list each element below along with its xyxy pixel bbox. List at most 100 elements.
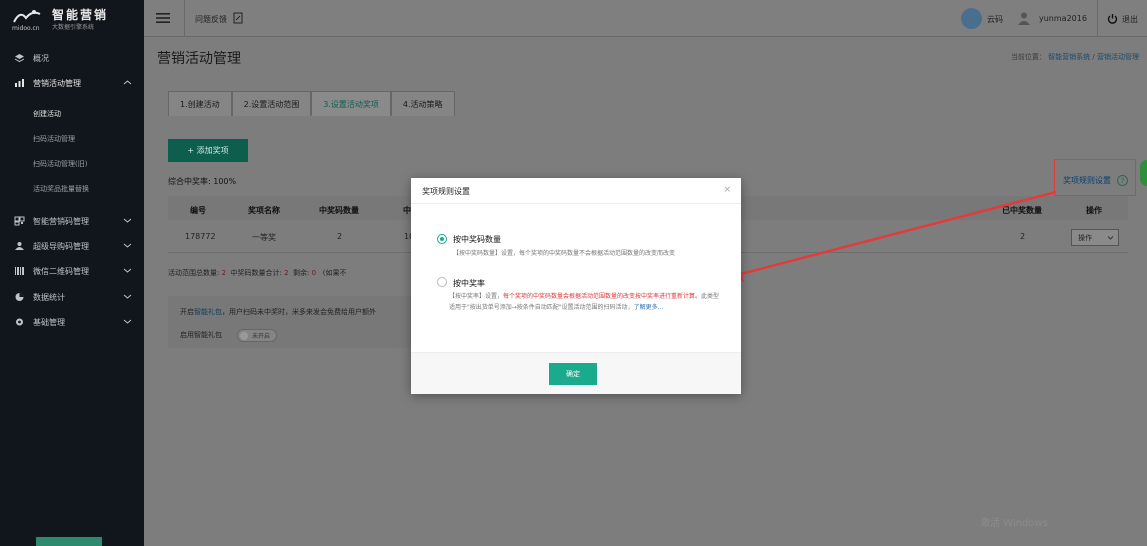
sidebar-item-statistics[interactable]: 数据统计 bbox=[0, 286, 144, 308]
smart-gift-desc: 开启智能礼包，用户扫码未中奖时，米多来发会免费给用户额外 bbox=[180, 307, 376, 317]
breadcrumb-separator: / bbox=[1092, 53, 1095, 61]
gift-prefix: 开启 bbox=[180, 308, 194, 316]
sidebar-footer-buttons[interactable] bbox=[36, 537, 102, 546]
modal-header: 奖项规则设置 × bbox=[411, 178, 741, 204]
stats-sum-label: 中奖码数量合计: bbox=[230, 269, 282, 277]
confirm-button[interactable]: 确定 bbox=[549, 363, 597, 385]
column-partial: 中 bbox=[403, 206, 411, 215]
chart-icon bbox=[13, 78, 25, 88]
option-by-count-label[interactable]: 按中奖码数量 bbox=[453, 234, 501, 245]
stats-note: (如果不 bbox=[322, 269, 347, 277]
brand-domain: midoo.cn bbox=[12, 25, 40, 32]
brand-subtitle: 大数据引擎系统 bbox=[52, 24, 95, 31]
tab-prizes[interactable]: 3.设置活动奖项 bbox=[311, 91, 391, 116]
stats-total-label: 活动范围总数量: bbox=[168, 269, 220, 277]
cell-count: 2 bbox=[337, 232, 343, 241]
chevron-down-icon bbox=[123, 243, 132, 248]
user-icon bbox=[1018, 12, 1030, 25]
sidebar-item-label: 基础管理 bbox=[33, 317, 65, 327]
username[interactable]: yunma2016 bbox=[1039, 14, 1087, 23]
sidebar: midoo.cn 智能营销 大数据引擎系统 概况 营销活动管理 创建活动 扫码活… bbox=[0, 0, 144, 546]
toggle-label: 未开启 bbox=[252, 333, 271, 340]
sidebar-subitem-batch-replace[interactable]: 活动奖品批量替换 bbox=[33, 184, 89, 194]
sidebar-item-smart-code[interactable]: 智能营销码管理 bbox=[0, 210, 144, 232]
breadcrumb-current[interactable]: 营销活动管理 bbox=[1097, 53, 1139, 61]
toggle-knob bbox=[240, 332, 248, 340]
tab-scope[interactable]: 2.设置活动范围 bbox=[231, 91, 312, 116]
column-op: 操作 bbox=[1086, 206, 1102, 215]
sidebar-subitem-scan-manage[interactable]: 扫码活动管理 bbox=[33, 134, 75, 144]
breadcrumb-system[interactable]: 智能营销系统 bbox=[1048, 53, 1090, 61]
rate-desc-a: 【按中奖率】设置， bbox=[449, 293, 504, 300]
tab-create[interactable]: 1.创建活动 bbox=[168, 91, 232, 116]
logout-button[interactable]: 退出 bbox=[1122, 14, 1138, 25]
learn-more-link[interactable]: 了解更多... bbox=[634, 304, 664, 311]
sidebar-item-campaigns[interactable]: 营销活动管理 bbox=[0, 72, 144, 94]
smart-gift-toggle[interactable]: 未开启 bbox=[237, 329, 277, 342]
barcode-icon bbox=[13, 266, 25, 276]
pie-icon bbox=[13, 292, 25, 302]
brand-title: 智能营销 bbox=[52, 8, 109, 22]
column-name: 奖项名称 bbox=[248, 206, 280, 215]
cell-name: 一等奖 bbox=[252, 233, 276, 242]
sidebar-item-label: 微信二维码管理 bbox=[33, 266, 89, 276]
smart-gift-enable-label: 启用智能礼包 bbox=[180, 331, 222, 339]
sidebar-item-label: 营销活动管理 bbox=[33, 78, 81, 88]
sidebar-item-label: 数据统计 bbox=[33, 292, 65, 302]
side-float-button[interactable] bbox=[1140, 160, 1147, 186]
breadcrumb: 当前位置： 智能营销系统 / 营销活动管理 bbox=[1011, 52, 1139, 62]
operation-dropdown[interactable]: 操作 bbox=[1071, 229, 1119, 246]
prize-rule-modal: 奖项规则设置 × 按中奖码数量 【按中奖码数量】设置，每个奖项的中奖码数量不会根… bbox=[411, 178, 741, 394]
logo-mark-icon bbox=[13, 10, 41, 23]
overall-rate: 综合中奖率: 100% bbox=[168, 177, 237, 186]
stats-left-label: 剩余: bbox=[293, 269, 310, 277]
sidebar-item-basic[interactable]: 基础管理 bbox=[0, 311, 144, 333]
cell-won: 2 bbox=[1020, 232, 1026, 241]
add-prize-button[interactable]: + 添加奖项 bbox=[168, 139, 248, 162]
scope-stats: 活动范围总数量: 2 中奖码数量合计: 2 剩余: 0 (如果不 bbox=[168, 268, 347, 278]
option-by-rate-label[interactable]: 按中奖率 bbox=[453, 278, 485, 289]
option-by-rate-desc: 【按中奖率】设置，每个奖项的中奖码数量会根据活动范围数量的改变按中奖率进行重新计… bbox=[449, 291, 721, 313]
gear-icon bbox=[13, 317, 25, 327]
sidebar-subitem-create[interactable]: 创建活动 bbox=[33, 109, 61, 119]
chevron-down-icon bbox=[1107, 236, 1114, 240]
operation-label: 操作 bbox=[1078, 233, 1092, 242]
users-icon bbox=[13, 241, 25, 251]
smart-gift-panel bbox=[168, 296, 418, 348]
chevron-down-icon bbox=[123, 268, 132, 273]
layers-icon bbox=[13, 53, 25, 63]
smart-gift-link[interactable]: 智能礼包 bbox=[194, 308, 222, 316]
radio-by-rate[interactable] bbox=[437, 277, 447, 287]
sidebar-item-wechat-qr[interactable]: 微信二维码管理 bbox=[0, 260, 144, 282]
sidebar-item-label: 智能营销码管理 bbox=[33, 216, 89, 226]
radio-by-count[interactable] bbox=[437, 234, 447, 244]
menu-icon[interactable] bbox=[156, 12, 170, 24]
topbar: 问题反馈 云码 yunma2016 退出 bbox=[144, 0, 1147, 37]
sidebar-item-label: 概况 bbox=[33, 53, 49, 63]
rate-desc-highlight: 每个奖项的中奖码数量会根据活动范围数量的改变按中奖率进行重新计算。 bbox=[503, 293, 702, 300]
yunma-label[interactable]: 云码 bbox=[987, 14, 1003, 25]
edit-icon bbox=[233, 12, 243, 24]
feedback-link[interactable]: 问题反馈 bbox=[195, 14, 227, 25]
step-tabs: 1.创建活动 2.设置活动范围 3.设置活动奖项 4.活动策略 bbox=[168, 91, 455, 116]
column-count: 中奖码数量 bbox=[319, 206, 359, 215]
modal-title: 奖项规则设置 bbox=[422, 187, 470, 196]
gift-suffix: ，用户扫码未中奖时，米多来发会免费给用户额外 bbox=[222, 308, 376, 316]
stats-sum-value: 2 bbox=[284, 269, 289, 277]
chevron-down-icon bbox=[123, 319, 132, 324]
windows-watermark: 激活 Windows bbox=[980, 518, 1048, 529]
tab-strategy[interactable]: 4.活动策略 bbox=[390, 91, 455, 116]
annotation-highlight-box bbox=[1054, 159, 1136, 196]
brand-logo[interactable]: midoo.cn 智能营销 大数据引擎系统 bbox=[10, 6, 140, 34]
sidebar-subitem-scan-manage-old[interactable]: 扫码活动管理(旧) bbox=[33, 159, 87, 169]
option-by-count-desc: 【按中奖码数量】设置，每个奖项的中奖码数量不会根据活动范围数量的改变而改变 bbox=[453, 250, 676, 257]
page-title: 营销活动管理 bbox=[157, 51, 241, 67]
stats-left-value: 0 bbox=[311, 269, 317, 277]
sidebar-item-label: 超级导购码管理 bbox=[33, 241, 89, 251]
close-icon[interactable]: × bbox=[723, 185, 731, 195]
sidebar-item-overview[interactable]: 概况 bbox=[0, 47, 144, 69]
avatar[interactable] bbox=[961, 8, 982, 29]
sidebar-item-guide-code[interactable]: 超级导购码管理 bbox=[0, 235, 144, 257]
stats-total-value: 2 bbox=[221, 269, 227, 277]
column-won: 已中奖数量 bbox=[1002, 206, 1042, 215]
